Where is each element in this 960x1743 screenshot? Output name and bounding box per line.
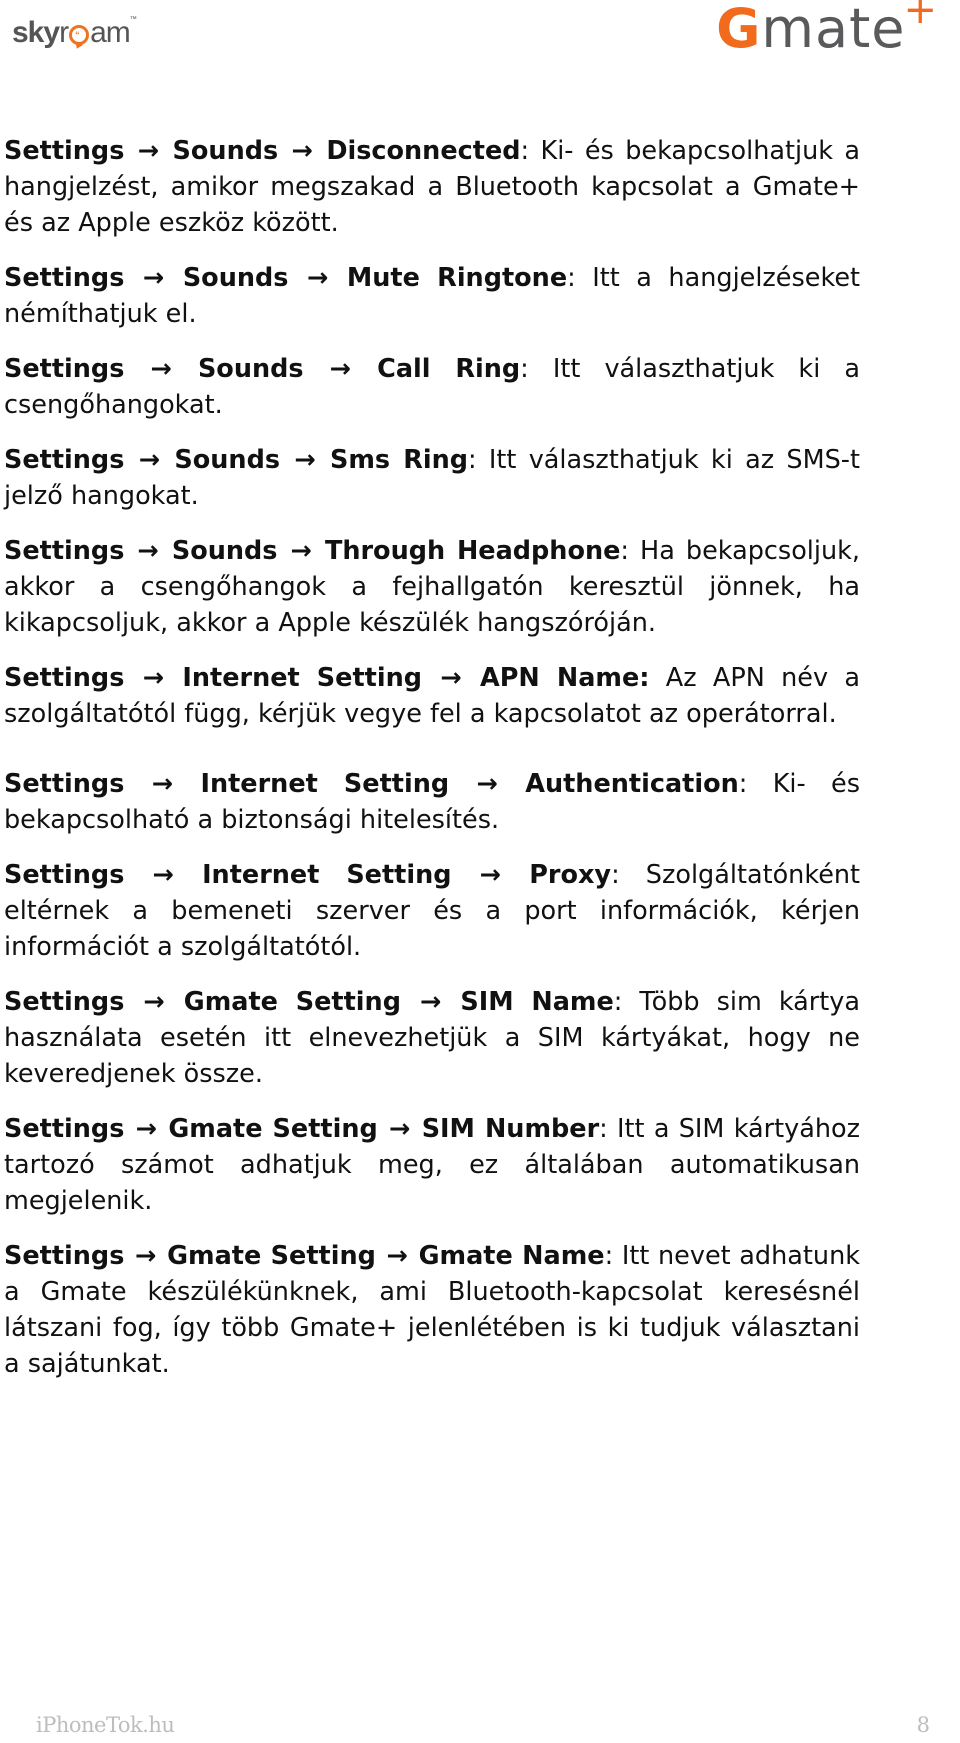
document-page: skyr “ am™ Gmate+ Settings → Sounds → Disc… bbox=[0, 0, 960, 1743]
menu-path-segment: Settings bbox=[4, 987, 125, 1017]
path-separator: : bbox=[604, 1241, 614, 1271]
settings-description-paragraph: Settings → Gmate Setting → SIM Name: Töb… bbox=[4, 984, 860, 1092]
menu-path-segment: Disconnected bbox=[326, 136, 521, 166]
arrow-right-icon: → bbox=[389, 1114, 411, 1144]
arrow-right-icon: → bbox=[479, 860, 502, 890]
menu-path-segment: Settings bbox=[4, 445, 125, 475]
menu-path-segment: Internet Setting bbox=[182, 663, 422, 693]
quote-mark-icon: “ bbox=[75, 30, 79, 40]
arrow-right-icon: → bbox=[135, 1114, 158, 1144]
menu-path-segment: SIM Name bbox=[460, 987, 614, 1017]
skyroam-logo-text-r: r bbox=[59, 16, 69, 49]
skyroam-logo: skyr “ am™ bbox=[12, 16, 137, 49]
menu-path-segment: Settings bbox=[4, 136, 125, 166]
arrow-right-icon: → bbox=[476, 769, 498, 799]
menu-path-segment: Mute Ringtone bbox=[346, 263, 568, 293]
menu-path-segment: Internet Setting bbox=[200, 769, 450, 799]
arrow-right-icon: → bbox=[142, 263, 165, 293]
path-separator: : bbox=[620, 536, 630, 566]
menu-path-segment: Authentication bbox=[525, 769, 739, 799]
gmate-plus-logo: Gmate+ bbox=[716, 0, 938, 56]
description-text: Az APN név a szolgáltatótól függ, kérjük… bbox=[4, 663, 861, 729]
menu-path-segment: Gmate Setting bbox=[167, 1241, 376, 1271]
menu-path-segment: Sounds bbox=[172, 136, 279, 166]
settings-description-paragraph: Settings → Sounds → Disconnected: Ki- és… bbox=[4, 133, 860, 241]
settings-description-paragraph: Settings → Internet Setting → Proxy: Szo… bbox=[4, 857, 860, 965]
arrow-right-icon: → bbox=[138, 445, 161, 475]
arrow-right-icon: → bbox=[137, 136, 160, 166]
menu-path-segment: Settings bbox=[4, 860, 125, 890]
menu-path-segment: Settings bbox=[4, 354, 125, 384]
document-body: Settings → Sounds → Disconnected: Ki- és… bbox=[4, 133, 860, 1401]
settings-description-paragraph: Settings → Gmate Setting → Gmate Name: I… bbox=[4, 1238, 860, 1382]
arrow-right-icon: → bbox=[290, 536, 312, 566]
gmate-logo-text: mate bbox=[761, 0, 906, 60]
arrow-right-icon: → bbox=[143, 987, 165, 1017]
menu-path-segment: Call Ring bbox=[377, 354, 521, 384]
menu-path-segment: Sounds bbox=[182, 263, 289, 293]
arrow-right-icon: → bbox=[151, 769, 174, 799]
arrow-right-icon: → bbox=[142, 663, 165, 693]
menu-path-segment: Sounds bbox=[171, 536, 278, 566]
settings-description-paragraph: Settings → Sounds → Sms Ring: Itt válasz… bbox=[4, 442, 860, 514]
arrow-right-icon: → bbox=[152, 860, 174, 890]
path-separator: : bbox=[611, 860, 620, 890]
settings-description-paragraph: Settings → Sounds → Through Headphone: H… bbox=[4, 533, 860, 641]
menu-path-segment: Settings bbox=[4, 769, 125, 799]
arrow-right-icon: → bbox=[294, 445, 316, 475]
speech-bubble-icon: “ bbox=[69, 25, 90, 45]
menu-path-segment: Sounds bbox=[197, 354, 304, 384]
page-number: 8 bbox=[916, 1713, 930, 1737]
arrow-right-icon: → bbox=[291, 136, 313, 166]
menu-path-segment: Settings bbox=[4, 663, 125, 693]
menu-path-segment: Sms Ring bbox=[330, 445, 468, 475]
menu-path-segment: Settings bbox=[4, 536, 125, 566]
footer-site-name: iPhoneTok.hu bbox=[36, 1713, 175, 1737]
path-separator: : bbox=[567, 263, 576, 293]
menu-path-segment: Gmate Setting bbox=[168, 1114, 378, 1144]
arrow-right-icon: → bbox=[419, 987, 442, 1017]
settings-description-paragraph: Settings → Sounds → Mute Ringtone: Itt a… bbox=[4, 260, 860, 332]
menu-path-segment: Sounds bbox=[174, 445, 280, 475]
path-separator: : bbox=[520, 354, 529, 384]
menu-path-segment: Gmate Name bbox=[418, 1241, 605, 1271]
arrow-right-icon: → bbox=[440, 663, 462, 693]
arrow-right-icon: → bbox=[137, 536, 159, 566]
path-separator: : bbox=[467, 445, 477, 475]
skyroam-logo-text-bold: sky bbox=[12, 16, 60, 49]
settings-description-paragraph: Settings → Internet Setting → Authentica… bbox=[4, 766, 860, 838]
menu-path-segment: Gmate Setting bbox=[183, 987, 401, 1017]
arrow-right-icon: → bbox=[135, 1241, 157, 1271]
gmate-logo-g: G bbox=[716, 0, 762, 60]
menu-path-segment: SIM Number bbox=[421, 1114, 600, 1144]
menu-path-segment: Settings bbox=[4, 1114, 125, 1144]
arrow-right-icon: → bbox=[150, 354, 172, 384]
arrow-right-icon: → bbox=[306, 263, 329, 293]
menu-path-segment: Proxy bbox=[529, 860, 612, 890]
menu-path-segment: Settings bbox=[4, 263, 125, 293]
arrow-right-icon: → bbox=[386, 1241, 408, 1271]
path-separator: : bbox=[520, 136, 530, 166]
menu-path-segment: APN Name: bbox=[480, 663, 650, 693]
menu-path-segment: Internet Setting bbox=[202, 860, 452, 890]
plus-icon: + bbox=[903, 0, 938, 33]
skyroam-logo-text-am: am bbox=[90, 16, 131, 49]
menu-path-segment: Settings bbox=[4, 1241, 125, 1271]
settings-description-paragraph: Settings → Sounds → Call Ring: Itt válas… bbox=[4, 351, 860, 423]
settings-description-paragraph: Settings → Internet Setting → APN Name: … bbox=[4, 660, 860, 732]
arrow-right-icon: → bbox=[329, 354, 352, 384]
menu-path-segment: Through Headphone bbox=[324, 536, 621, 566]
settings-description-paragraph: Settings → Gmate Setting → SIM Number: I… bbox=[4, 1111, 860, 1219]
trademark-symbol: ™ bbox=[129, 16, 137, 23]
path-separator: : bbox=[599, 1114, 608, 1144]
